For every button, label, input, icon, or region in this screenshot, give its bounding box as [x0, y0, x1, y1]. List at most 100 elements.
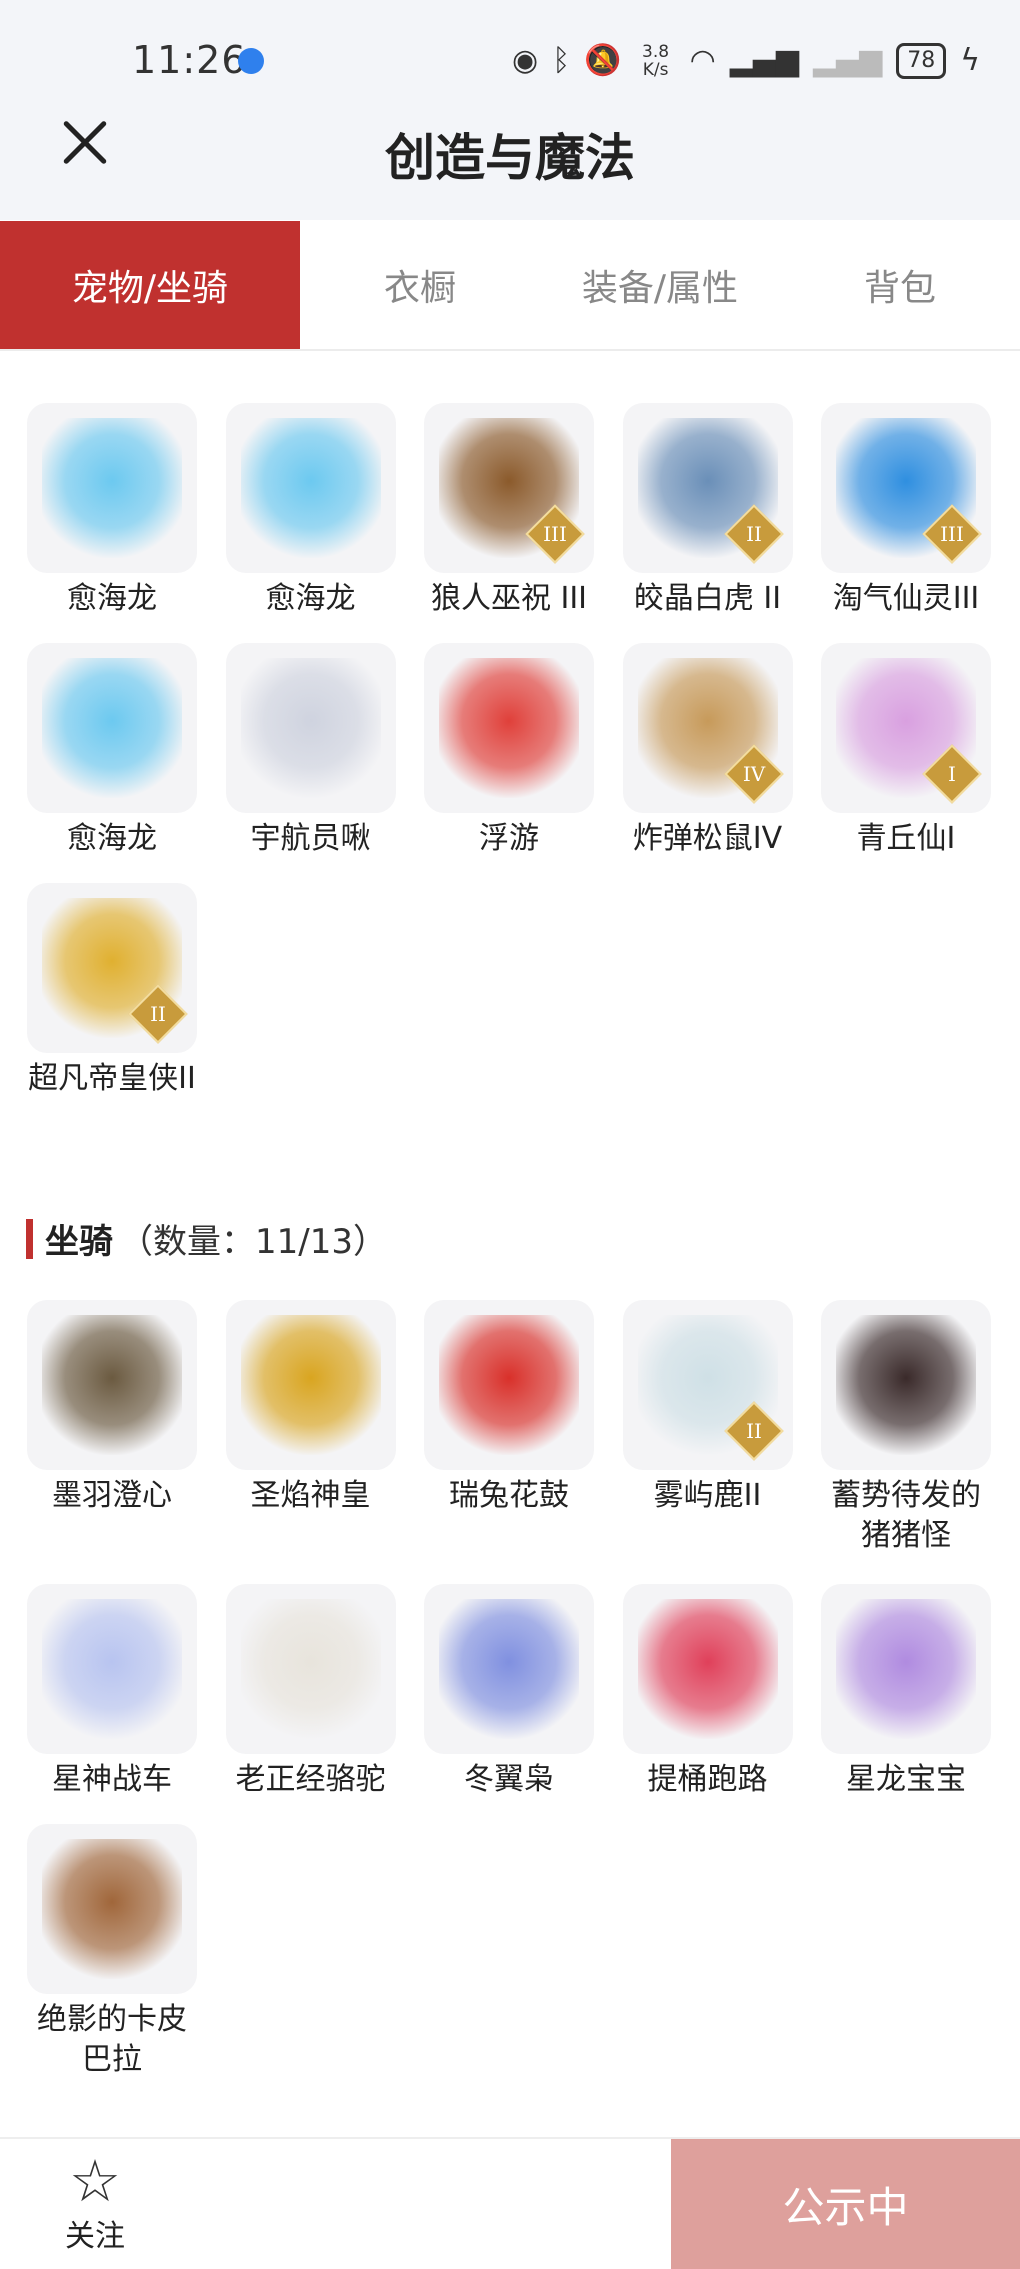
item-card[interactable]: I 青丘仙I [821, 643, 991, 859]
item-card[interactable]: 星神战车 [27, 1584, 197, 1800]
item-name: 绝影的卡皮巴拉 [37, 2002, 187, 2077]
item-thumbnail: III [821, 403, 991, 573]
item-thumbnail [225, 1584, 396, 1754]
item-name: 冬翼枭 [464, 1762, 554, 1797]
item-card[interactable]: 瑞兔花鼓 [424, 1300, 594, 1516]
item-name: 墨羽澄心 [52, 1478, 172, 1513]
net-speed-unit: K/s [642, 60, 669, 80]
item-card[interactable]: 愈海龙 [225, 403, 396, 619]
item-name: 愈海龙 [67, 821, 157, 856]
item-thumbnail: II [622, 1300, 793, 1470]
item-card[interactable]: II 雾屿鹿II [622, 1300, 793, 1516]
public-notice-button[interactable]: 公示中 [671, 2139, 1020, 2269]
item-name: 浮游 [479, 821, 539, 856]
tier-badge-label: III [940, 522, 964, 546]
item-card[interactable]: 愈海龙 [27, 403, 197, 619]
item-name: 星神战车 [52, 1762, 172, 1797]
item-thumbnail [225, 1300, 396, 1470]
item-thumbnail: I [821, 643, 991, 813]
star-icon: ☆ [69, 2147, 121, 2215]
mounts-section-count: （数量：11/13） [119, 1222, 387, 1262]
mounts-section-title: 坐骑 [45, 1222, 113, 1262]
item-thumbnail [27, 403, 197, 573]
item-thumbnail [27, 1584, 197, 1754]
item-name: 淘气仙灵III [832, 581, 980, 616]
item-image [836, 1599, 976, 1739]
item-thumbnail: II [622, 403, 793, 573]
item-card[interactable]: III 狼人巫祝 III [424, 403, 594, 619]
item-card[interactable]: 星龙宝宝 [821, 1584, 991, 1800]
item-thumbnail [622, 1584, 793, 1754]
item-card[interactable]: 绝影的卡皮巴拉 [27, 1824, 197, 2080]
item-card[interactable]: 浮游 [424, 643, 594, 859]
item-thumbnail [424, 643, 594, 813]
item-thumbnail: II [27, 883, 197, 1053]
follow-button[interactable]: ☆ 关注 [40, 2151, 150, 2255]
status-bar: 11:26 ◉ ᛒ 🔕 3.8 K/s ◠ ▂▄▆ ▂▄▆ 78 ϟ [0, 0, 1020, 120]
status-icons: ◉ ᛒ 🔕 3.8 K/s ◠ ▂▄▆ ▂▄▆ 78 ϟ [512, 36, 980, 86]
item-image [240, 658, 381, 798]
item-card[interactable]: 愈海龙 [27, 643, 197, 859]
tab-bar: 宠物/坐骑 衣橱 装备/属性 背包 [0, 221, 1020, 349]
section-accent-bar [26, 1218, 33, 1259]
item-thumbnail [424, 1300, 594, 1470]
tier-badge-label: I [948, 762, 956, 786]
item-image [439, 1599, 579, 1739]
bottom-bar: ☆ 关注 公示中 [0, 2137, 1020, 2269]
item-name: 蓄势待发的猪猪怪 [831, 1478, 981, 1553]
bluetooth-icon: ᛒ [552, 43, 571, 78]
item-card[interactable]: 提桶跑路 [622, 1584, 793, 1800]
item-image [42, 1599, 182, 1739]
follow-label: 关注 [65, 2219, 125, 2254]
signal-icon: ▂▄▆ [729, 43, 799, 78]
item-card[interactable]: 蓄势待发的猪猪怪 [821, 1300, 991, 1556]
item-thumbnail: IV [622, 643, 793, 813]
signal-none-icon: ▂▄▆ [812, 43, 883, 78]
item-name: 超凡帝皇侠II [28, 1061, 196, 1096]
item-name: 愈海龙 [67, 581, 157, 616]
tier-badge-label: III [543, 522, 567, 546]
item-thumbnail [27, 1300, 197, 1470]
item-image [439, 658, 579, 798]
item-card[interactable]: 圣焰神皇 [225, 1300, 396, 1516]
item-image [42, 418, 182, 558]
tab-divider [0, 349, 1020, 351]
item-card[interactable]: 宇航员啾 [225, 643, 396, 859]
net-speed: 3.8 K/s [636, 43, 676, 79]
item-name: 宇航员啾 [250, 821, 371, 856]
item-image [240, 1315, 381, 1455]
item-card[interactable]: 墨羽澄心 [27, 1300, 197, 1516]
item-card[interactable]: IV 炸弹松鼠IV [622, 643, 793, 859]
net-speed-value: 3.8 [642, 42, 670, 62]
item-thumbnail: III [424, 403, 594, 573]
mounts-section-header: 坐骑 （数量：11/13） [26, 1214, 387, 1263]
eye-icon: ◉ [512, 43, 539, 78]
tab-wardrobe[interactable]: 衣橱 [300, 221, 540, 349]
item-name: 瑞兔花鼓 [449, 1478, 569, 1513]
item-image [42, 1315, 182, 1455]
tier-badge-label: II [150, 1002, 166, 1026]
item-thumbnail [225, 643, 396, 813]
tab-pets-mounts[interactable]: 宠物/坐骑 [0, 221, 300, 349]
status-time: 11:26 [132, 38, 247, 82]
item-card[interactable]: 冬翼枭 [424, 1584, 594, 1800]
item-name: 星龙宝宝 [846, 1762, 966, 1797]
item-name: 雾屿鹿II [653, 1478, 762, 1513]
item-name: 青丘仙I [856, 821, 956, 856]
item-card[interactable]: 老正经骆驼 [225, 1584, 396, 1800]
item-image [439, 1315, 579, 1455]
mounts-grid: 墨羽澄心 圣焰神皇 瑞兔花鼓 II 雾屿鹿II 蓄势待发的猪猪怪星神战车 老正经骆驼 冬翼枭 提… [27, 1300, 997, 2100]
item-image [42, 1839, 182, 1979]
tab-backpack[interactable]: 背包 [780, 221, 1020, 349]
item-thumbnail [821, 1584, 991, 1754]
item-thumbnail [821, 1300, 991, 1470]
tab-equipment-attributes[interactable]: 装备/属性 [540, 221, 780, 349]
item-card[interactable]: II 超凡帝皇侠II [27, 883, 197, 1099]
item-card[interactable]: III 淘气仙灵III [821, 403, 991, 619]
item-card[interactable]: II 皎晶白虎 II [622, 403, 793, 619]
pets-grid: 愈海龙 愈海龙 III 狼人巫祝 III II 皎晶白虎 II III 淘气仙灵III 愈海龙宇… [27, 403, 997, 1163]
tier-badge-label: II [745, 1419, 762, 1443]
item-name: 狼人巫祝 III [430, 581, 588, 616]
item-thumbnail [27, 1824, 197, 1994]
item-name: 愈海龙 [265, 581, 356, 616]
